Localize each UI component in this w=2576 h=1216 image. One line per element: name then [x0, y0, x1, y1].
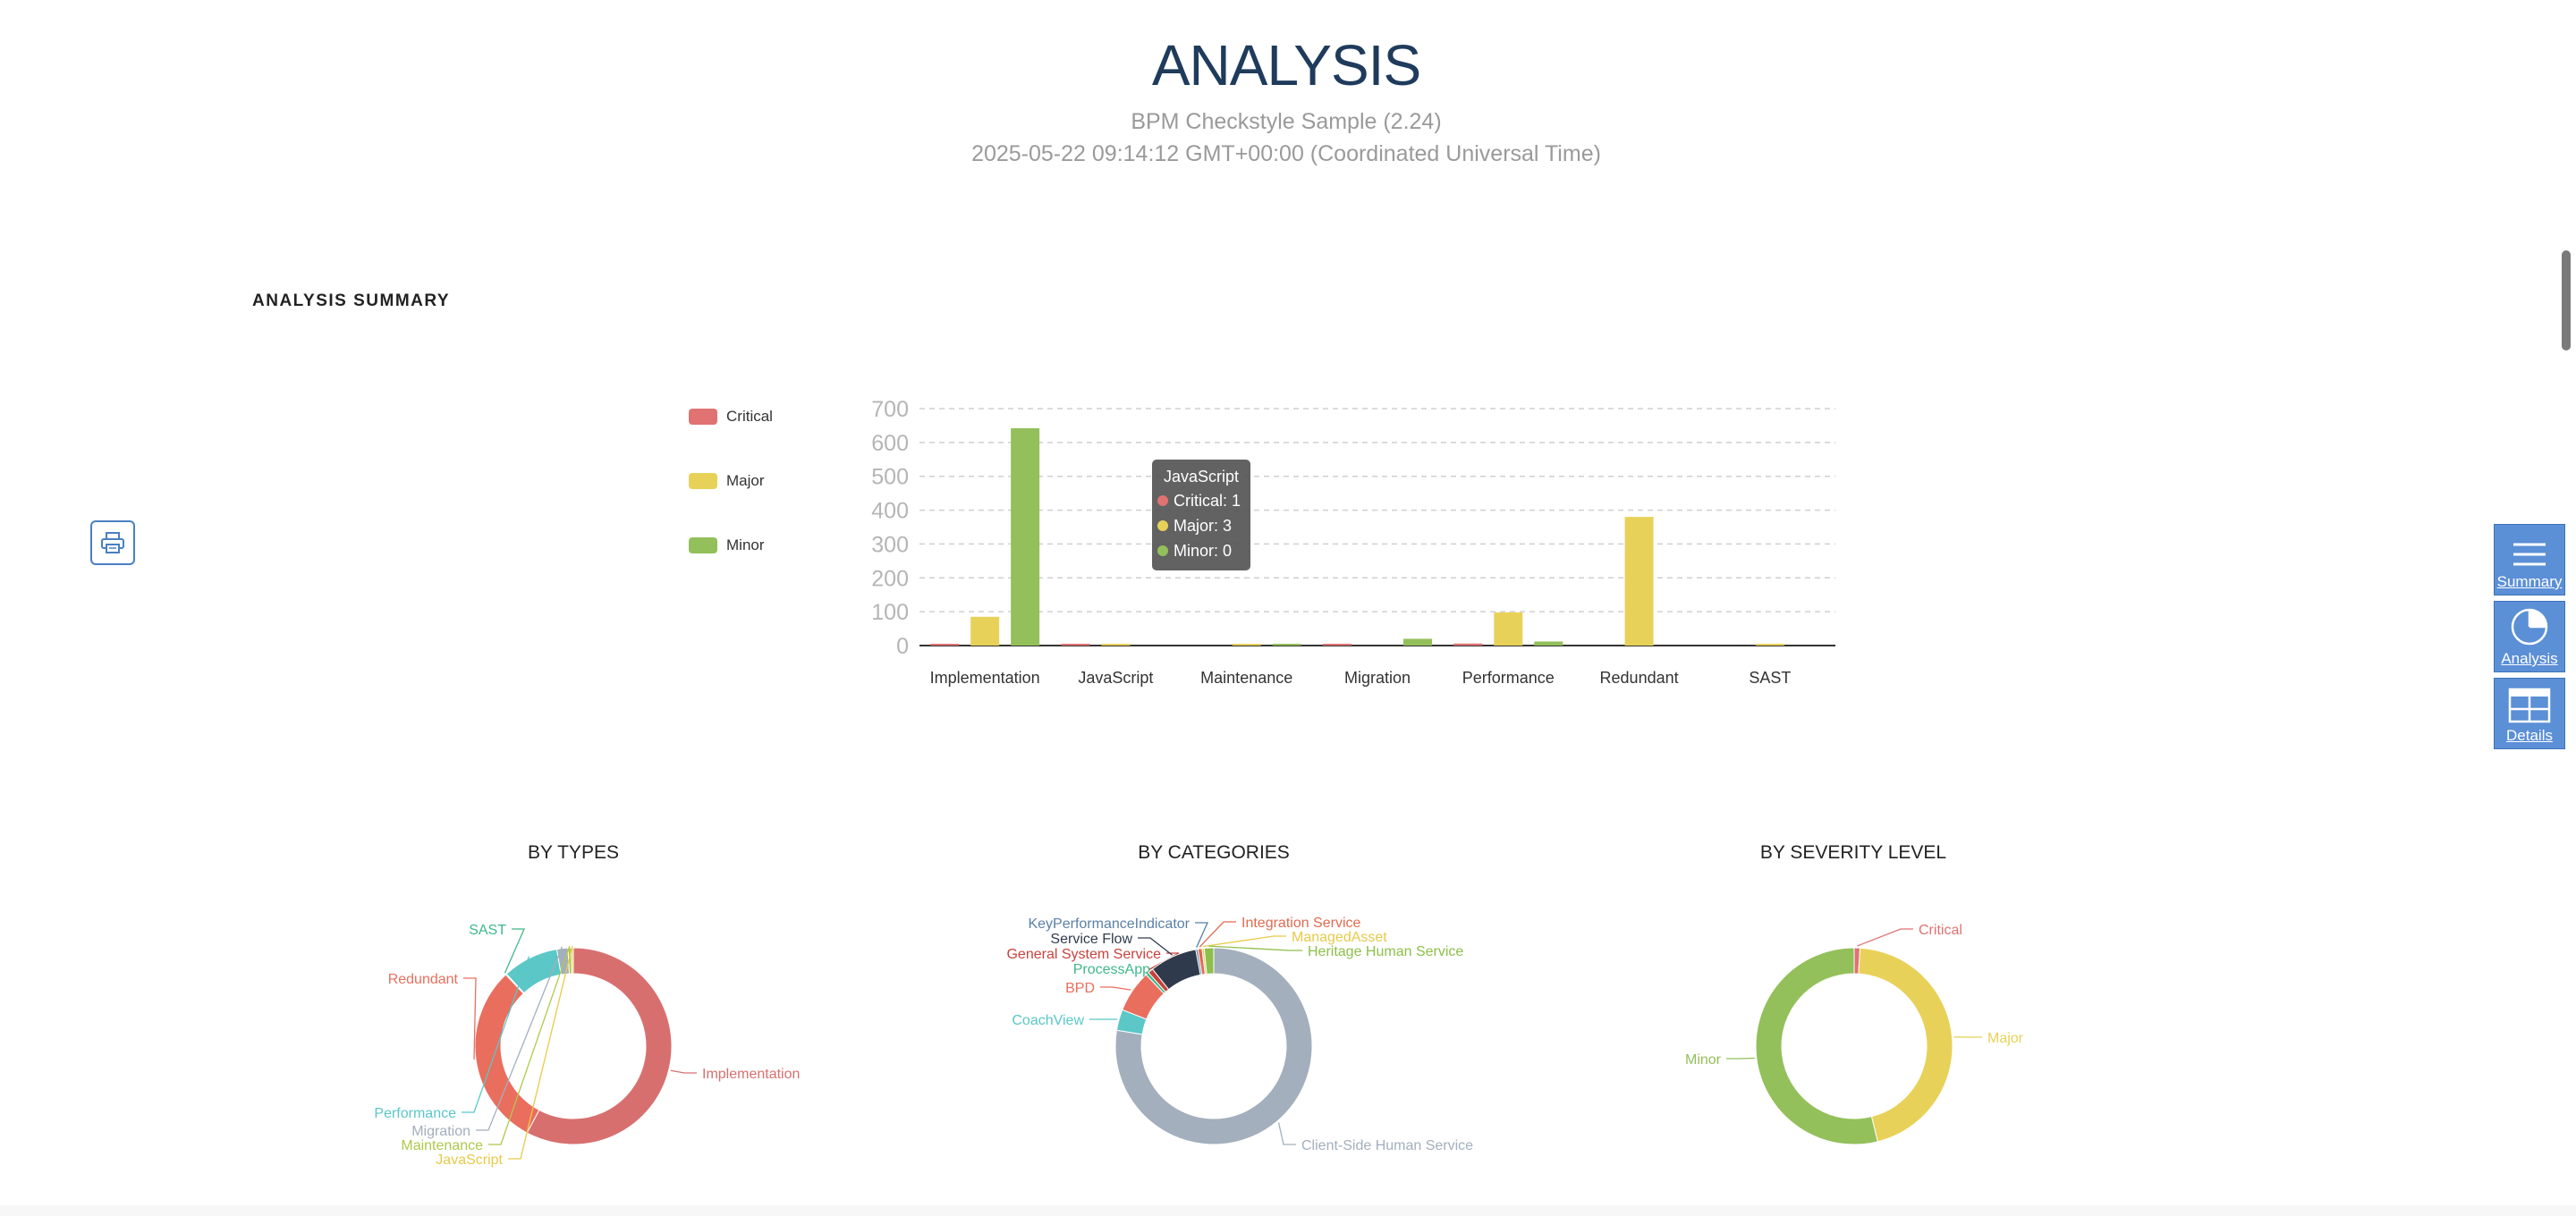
- x-tick-label: Implementation: [930, 669, 1040, 687]
- donut-label: Service Flow: [1050, 932, 1132, 947]
- bar-minor: [1403, 638, 1432, 646]
- donut-label: Heritage Human Service: [1308, 944, 1463, 959]
- bar-major: [970, 616, 1000, 646]
- tooltip-line: Critical: 1: [1174, 492, 1241, 510]
- tooltip-dot: [1157, 545, 1168, 556]
- donut-leader-line: [1202, 935, 1286, 948]
- bar-critical: [1323, 644, 1352, 646]
- donut-leader-line: [1100, 986, 1131, 991]
- analysis-charts: 0 100 200 300 400 500 600 700 Implementation Java…: [374, 397, 2024, 1168]
- donut-label: JavaScript: [436, 1153, 503, 1168]
- scrollbar-thumb[interactable]: [2562, 250, 2571, 350]
- y-tick-label: 300: [871, 532, 909, 557]
- donut-label: Minor: [1685, 1052, 1722, 1068]
- bar-major: [1624, 517, 1654, 646]
- tooltip-dot: [1157, 520, 1168, 531]
- nav-summary-label: Summary: [2496, 573, 2563, 590]
- donut-leader-line: [463, 977, 477, 1060]
- y-tick-label: 100: [871, 600, 909, 625]
- donut-label: Major: [1987, 1031, 2024, 1046]
- page-bottom-strip: [0, 1205, 2576, 1216]
- table-icon: [2508, 688, 2551, 723]
- donut-label: KeyPerformanceIndicator: [1028, 916, 1190, 932]
- chart-tooltip: JavaScript Critical: 1 Major: 3 Minor: 0: [1152, 460, 1250, 570]
- bar-major: [1101, 644, 1131, 646]
- donut-slice: [474, 974, 540, 1134]
- nav-summary-button[interactable]: Summary: [2494, 524, 2565, 595]
- by-types-title: BY TYPES: [528, 842, 619, 863]
- y-tick-label: 700: [871, 397, 909, 422]
- nav-details-button[interactable]: Details: [2494, 678, 2565, 749]
- pie-chart-icon: [2511, 608, 2548, 646]
- donut-leader-line: [1857, 928, 1913, 947]
- donut-label: Maintenance: [401, 1138, 483, 1153]
- donut-label: CoachView: [1012, 1013, 1084, 1028]
- x-tick-label: Maintenance: [1200, 669, 1292, 687]
- y-tick-label: 0: [896, 634, 909, 659]
- donut-label: ProcessApp: [1073, 962, 1150, 977]
- bar-major: [1755, 644, 1784, 646]
- donut-label: General System Service: [1006, 947, 1161, 962]
- bar-minor: [1534, 641, 1563, 646]
- donut-leader-line: [670, 1069, 697, 1074]
- donut-label: SAST: [469, 923, 506, 938]
- donut-slice: [1755, 947, 1878, 1145]
- x-tick-label: Performance: [1462, 669, 1555, 687]
- bar-critical: [1061, 644, 1090, 646]
- donut-label: Critical: [1919, 923, 1962, 938]
- list-icon: [2513, 543, 2546, 566]
- donut-leader-line: [1195, 922, 1209, 948]
- donut-label: Redundant: [388, 972, 459, 987]
- nav-details-label: Details: [2506, 727, 2553, 744]
- donut-label: Performance: [374, 1106, 456, 1121]
- donut-label: ManagedAsset: [1292, 930, 1387, 945]
- donut-slice: [1858, 947, 1953, 1143]
- donut-label: Implementation: [702, 1067, 800, 1082]
- tooltip-dot: [1157, 495, 1168, 506]
- bar-critical: [930, 644, 960, 646]
- y-tick-label: 400: [871, 499, 909, 524]
- bar-minor: [1272, 644, 1301, 646]
- donut-leader-line: [1277, 1122, 1296, 1145]
- donut-label: Migration: [411, 1124, 470, 1139]
- bar-major: [1232, 644, 1261, 646]
- x-tick-label: JavaScript: [1078, 669, 1153, 687]
- y-tick-label: 200: [871, 566, 909, 591]
- tooltip-line: Major: 3: [1174, 517, 1232, 535]
- y-tick-label: 500: [871, 465, 909, 490]
- bar-major: [1494, 612, 1523, 646]
- nav-analysis-button[interactable]: Analysis: [2494, 601, 2565, 672]
- donut-label: BPD: [1065, 981, 1095, 996]
- donut-slice: [571, 947, 574, 975]
- nav-analysis-label: Analysis: [2501, 650, 2558, 667]
- donut-leader-line: [1199, 921, 1236, 948]
- x-tick-label: SAST: [1749, 669, 1791, 687]
- tooltip-line: Minor: 0: [1174, 542, 1232, 560]
- y-tick-label: 600: [871, 431, 909, 456]
- x-tick-label: Redundant: [1600, 669, 1679, 687]
- x-tick-label: Migration: [1344, 669, 1411, 687]
- by-categories-title: BY CATEGORIES: [1138, 842, 1290, 863]
- donut-label: Client-Side Human Service: [1301, 1138, 1473, 1153]
- tooltip-title: JavaScript: [1164, 468, 1239, 486]
- by-severity-title: BY SEVERITY LEVEL: [1759, 842, 1947, 863]
- bar-minor: [1011, 427, 1040, 646]
- bar-critical: [1453, 643, 1483, 646]
- donut-label: Integration Service: [1241, 916, 1361, 931]
